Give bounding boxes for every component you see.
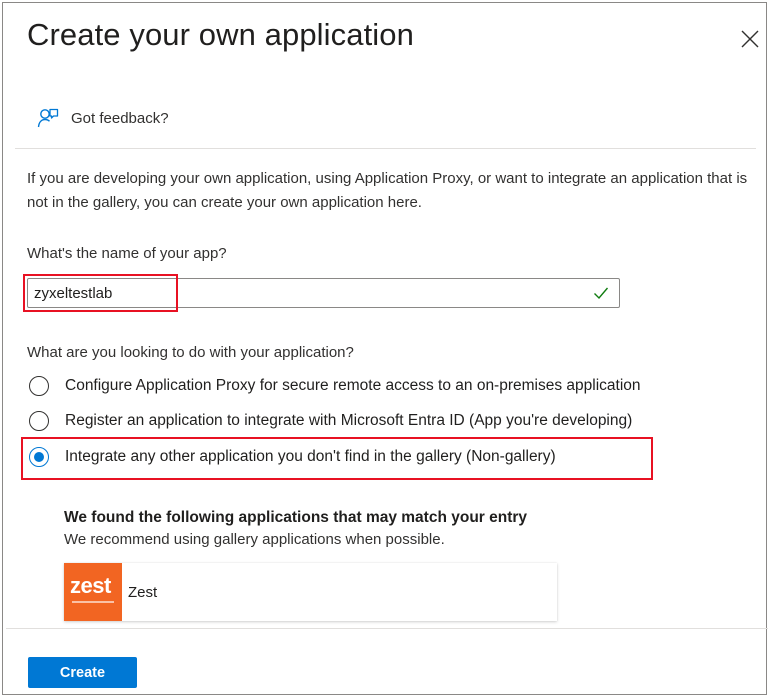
radio-option-non-gallery[interactable]: Integrate any other application you don'… [29,447,556,467]
zest-logo-tagline [72,601,114,603]
radio-button-selected[interactable] [29,447,49,467]
feedback-link[interactable]: Got feedback? [37,107,169,129]
radio-option-label: Integrate any other application you don'… [65,448,556,465]
create-button[interactable]: Create [28,657,137,688]
gallery-app-name: Zest [128,583,158,601]
radio-option-label: Configure Application Proxy for secure r… [65,377,641,394]
checkmark-icon [594,287,609,300]
radio-option-label: Register an application to integrate wit… [65,412,633,429]
divider [15,148,756,149]
matches-title: We found the following applications that… [64,509,528,526]
feedback-label: Got feedback? [71,109,169,127]
radio-option-app-proxy[interactable]: Configure Application Proxy for secure r… [29,376,641,396]
footer-divider [6,628,768,629]
radio-option-register-app[interactable]: Register an application to integrate wit… [29,411,632,431]
gallery-app-card-zest[interactable]: zest Zest [64,563,557,621]
feedback-person-icon [37,108,59,128]
zest-logo: zest [64,563,122,621]
create-app-dialog: Create your own application Got feedback… [2,2,768,695]
dialog-description: If you are developing your own applicati… [27,170,748,211]
radio-button[interactable] [29,411,49,431]
dialog-title: Create your own application [27,17,414,52]
purpose-label: What are you looking to do with your app… [27,344,354,361]
zest-logo-text: zest [70,573,111,598]
app-name-label: What's the name of your app? [27,245,227,262]
radio-button[interactable] [29,376,49,396]
app-name-input[interactable]: zyxeltestlab [27,278,620,308]
matches-subtitle: We recommend using gallery applications … [64,531,445,548]
close-icon[interactable] [739,28,761,50]
app-name-value: zyxeltestlab [34,284,113,302]
